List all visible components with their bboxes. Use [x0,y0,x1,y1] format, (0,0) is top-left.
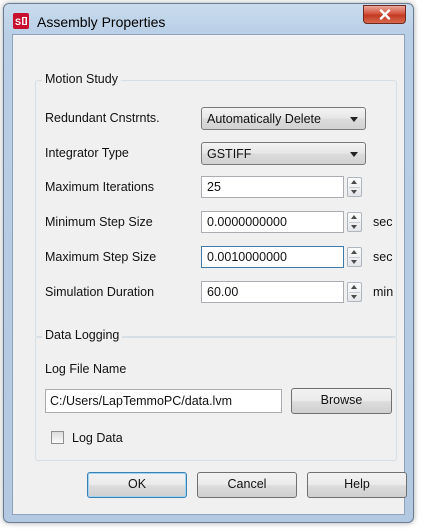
min-step-size-stepper[interactable] [347,212,362,232]
title-bar[interactable]: S Assembly Properties [4,4,413,36]
chevron-down-icon [350,152,358,157]
log-file-name-label: Log File Name [45,362,127,376]
chevron-down-icon [350,117,358,122]
arrow-up-icon [351,180,357,184]
integrator-type-select[interactable]: GSTIFF [201,142,366,165]
redundant-constraints-select[interactable]: Automatically Delete [201,107,366,130]
min-step-size-input[interactable]: 0.0000000000 [201,211,344,233]
browse-button[interactable]: Browse [291,388,392,414]
close-button[interactable] [363,5,406,24]
max-iterations-stepper[interactable] [347,177,362,197]
arrow-down-icon [351,225,357,229]
min-step-size-unit: sec [373,215,393,229]
max-step-size-input[interactable]: 0.0010000000 [201,246,344,268]
min-step-size-label: Minimum Step Size [45,215,153,229]
max-step-size-stepper[interactable] [347,247,362,267]
solidworks-app-icon: S [13,13,29,29]
max-iterations-value: 25 [207,180,221,194]
simulation-duration-label: Simulation Duration [45,285,155,299]
redundant-constraints-value: Automatically Delete [207,112,321,126]
log-file-path-value: C:/Users/LapTemmoPC/data.lvm [50,394,233,408]
arrow-up-icon [351,285,357,289]
simulation-duration-stepper[interactable] [347,282,362,302]
dialog-body: Motion Study Redundant Cnstrnts. Automat… [12,34,407,515]
log-data-checkbox[interactable] [51,431,64,444]
log-file-path-input[interactable]: C:/Users/LapTemmoPC/data.lvm [45,389,282,413]
dialog-window: S Assembly Properties Motion Study Redun… [3,3,414,523]
data-logging-title: Data Logging [42,328,123,342]
simulation-duration-unit: min [373,285,394,299]
integrator-type-value: GSTIFF [207,147,252,161]
help-button[interactable]: Help [307,472,407,498]
arrow-down-icon [351,260,357,264]
svg-text:S: S [15,17,21,27]
arrow-down-icon [351,295,357,299]
max-iterations-input[interactable]: 25 [201,176,344,198]
ok-button[interactable]: OK [87,472,187,498]
window-title: Assembly Properties [37,14,166,30]
arrow-up-icon [351,250,357,254]
max-iterations-label: Maximum Iterations [45,180,155,194]
max-step-size-unit: sec [373,250,393,264]
log-data-label: Log Data [72,431,123,445]
motion-study-title: Motion Study [42,72,121,86]
simulation-duration-value: 60.00 [207,285,239,299]
close-icon [379,9,390,20]
arrow-down-icon [351,190,357,194]
max-step-size-label: Maximum Step Size [45,250,157,264]
max-step-size-value: 0.0010000000 [207,250,287,264]
cancel-button[interactable]: Cancel [197,472,297,498]
min-step-size-value: 0.0000000000 [207,215,287,229]
integrator-type-label: Integrator Type [45,146,129,160]
arrow-up-icon [351,215,357,219]
simulation-duration-input[interactable]: 60.00 [201,281,344,303]
redundant-constraints-label: Redundant Cnstrnts. [45,111,160,125]
